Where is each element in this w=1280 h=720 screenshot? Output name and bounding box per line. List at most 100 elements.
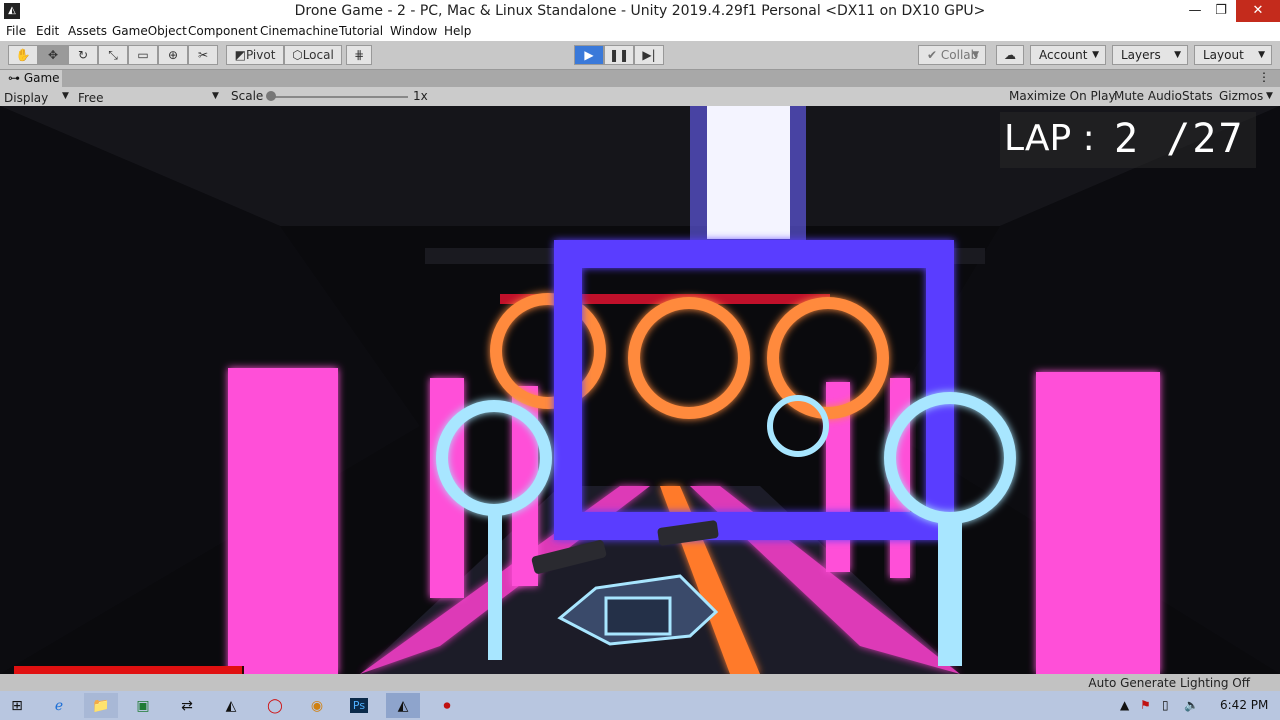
scale-slider-track[interactable] (268, 96, 408, 98)
screen-recorder-icon[interactable]: ⏺ (430, 693, 464, 718)
menu-tutorial[interactable]: Tutorial (339, 24, 383, 38)
ring-orange-left (490, 293, 606, 409)
lighting-status: Auto Generate Lighting Off (1088, 676, 1250, 690)
hand-tool-icon[interactable]: ✋ (8, 45, 38, 65)
main-toolbar: ✋ ✥ ↻ ⤡ ▭ ⊕ ✂ ◩ Pivot ⬡ Local ⋕ ▶ ❚❚ ▶| ✔ … (0, 41, 1280, 70)
ceiling-light (707, 106, 790, 239)
power-icon[interactable]: ▯ (1162, 698, 1169, 712)
pause-icon: ❚❚ (608, 48, 630, 62)
tab-row: ⊶ Game ⋮ (0, 70, 1280, 87)
clock[interactable]: 6:42 PM (1220, 698, 1268, 712)
layers-label: Layers (1121, 48, 1161, 62)
game-control-bar: Display 1 ▼ Free Aspect ▼ Scale 1x Maxim… (0, 87, 1280, 119)
chevron-down-icon: ▼ (972, 50, 979, 60)
pivot-toggles: ◩ Pivot ⬡ Local (226, 45, 342, 65)
scale-slider-handle[interactable] (266, 91, 276, 101)
chevron-down-icon: ▼ (1092, 50, 1099, 60)
chevron-down-icon: ▼ (1174, 50, 1181, 60)
scale-label: Scale (231, 89, 264, 103)
menu-window[interactable]: Window (390, 24, 437, 38)
menu-cinemachine[interactable]: Cinemachine (260, 24, 338, 38)
pivot-label: Pivot (245, 48, 276, 62)
layers-dropdown[interactable]: Layers ▼ (1112, 45, 1188, 65)
account-dropdown[interactable]: Account ▼ (1030, 45, 1106, 65)
play-icon: ▶ (584, 48, 594, 62)
network-app-icon[interactable]: ⇄ (170, 693, 204, 718)
health-bar-track (14, 666, 244, 674)
game-tab-label: Game (23, 71, 60, 85)
blender-icon[interactable]: ◉ (300, 693, 334, 718)
volume-icon[interactable]: 🔈 (1184, 698, 1199, 712)
ring-cyan-left-stand (488, 510, 502, 660)
excel-icon[interactable]: ▣ (126, 693, 160, 718)
menu-component[interactable]: Component (188, 24, 258, 38)
pillar-right-near (1036, 372, 1160, 674)
chevron-down-icon: ▼ (62, 91, 69, 101)
ring-cyan-right-stand (938, 518, 962, 666)
unity-hub-icon[interactable]: ◭ (214, 693, 248, 718)
collab-dropdown[interactable]: ✔ Collab ▼ (918, 45, 986, 65)
lap-value: 2 /27 (1114, 116, 1245, 162)
menu-assets[interactable]: Assets (68, 24, 107, 38)
local-label: Local (302, 48, 334, 62)
opera-icon[interactable]: ◯ (258, 693, 292, 718)
menu-bar: File Edit Assets GameObject Component Ci… (0, 22, 1280, 41)
health-bar-fill (14, 666, 242, 674)
title-bar: ◭ Drone Game - 2 - PC, Mac & Linux Stand… (0, 0, 1280, 22)
game-tab-icon: ⊶ (8, 71, 20, 85)
photoshop-icon[interactable]: Ps (342, 693, 376, 718)
transform-tool-icon[interactable]: ⊕ (158, 45, 188, 65)
scale-tool-icon[interactable]: ⤡ (98, 45, 128, 65)
gizmos-toggle[interactable]: Gizmos (1219, 89, 1263, 103)
rect-tool-icon[interactable]: ▭ (128, 45, 158, 65)
cloud-button[interactable]: ☁ (996, 45, 1024, 65)
transform-tools: ✋ ✥ ↻ ⤡ ▭ ⊕ ✂ (8, 45, 218, 65)
lap-label: LAP : (1004, 118, 1095, 159)
step-icon: ▶| (642, 48, 656, 62)
internet-explorer-icon[interactable]: ℯ (42, 693, 76, 718)
play-button[interactable]: ▶ (574, 45, 604, 65)
menu-file[interactable]: File (6, 24, 26, 38)
menu-gameobject[interactable]: GameObject (112, 24, 187, 38)
scale-value: 1x (413, 89, 428, 103)
layout-label: Layout (1203, 48, 1244, 62)
step-button[interactable]: ▶| (634, 45, 664, 65)
pivot-toggle[interactable]: ◩ Pivot (226, 45, 284, 65)
status-bar: Auto Generate Lighting Off (0, 674, 1280, 691)
chevron-down-icon: ▼ (212, 91, 219, 101)
unity-editor-icon[interactable]: ◭ (386, 693, 420, 718)
mute-audio-toggle[interactable]: Mute Audio (1114, 89, 1182, 103)
ring-orange-center (628, 297, 750, 419)
window-title: Drone Game - 2 - PC, Mac & Linux Standal… (294, 3, 986, 19)
menu-help[interactable]: Help (444, 24, 471, 38)
grid-snap-icon[interactable]: ⋕ (346, 45, 372, 65)
tab-menu-icon[interactable]: ⋮ (1258, 70, 1270, 84)
windows-start-icon[interactable]: ⊞ (0, 693, 34, 718)
windows-taskbar: ⊞ ℯ 📁 ▣ ⇄ ◭ ◯ ◉ Ps ◭ ⏺ ▲ ⚑ ▯ 🔈 6:42 PM (0, 691, 1280, 720)
game-view[interactable]: LAP : 2 /27 (0, 106, 1280, 674)
stats-toggle[interactable]: Stats (1182, 89, 1213, 103)
layout-dropdown[interactable]: Layout ▼ (1194, 45, 1272, 65)
pillar-left-near (228, 368, 338, 674)
local-toggle[interactable]: ⬡ Local (284, 45, 342, 65)
maximize-button[interactable]: ❐ (1206, 0, 1236, 22)
chevron-down-icon: ▼ (1258, 50, 1265, 60)
menu-edit[interactable]: Edit (36, 24, 59, 38)
lap-counter-panel: LAP : 2 /27 (1000, 112, 1256, 168)
local-icon: ⬡ (292, 48, 303, 62)
tab-game[interactable]: ⊶ Game (0, 70, 62, 87)
chevron-down-icon: ▼ (1266, 91, 1273, 101)
pause-button[interactable]: ❚❚ (604, 45, 634, 65)
custom-tool-icon[interactable]: ✂ (188, 45, 218, 65)
game-scene (0, 106, 1280, 674)
pivot-icon: ◩ (234, 48, 246, 62)
collab-check-icon: ✔ (927, 48, 938, 62)
close-button[interactable]: ✕ (1236, 0, 1280, 22)
maximize-on-play-toggle[interactable]: Maximize On Play (1009, 89, 1116, 103)
photoshop-label: Ps (349, 698, 369, 713)
flag-icon[interactable]: ⚑ (1140, 698, 1151, 712)
file-explorer-icon[interactable]: 📁 (84, 693, 118, 718)
tray-expand-icon[interactable]: ▲ (1120, 698, 1129, 712)
rotate-tool-icon[interactable]: ↻ (68, 45, 98, 65)
move-tool-icon[interactable]: ✥ (38, 45, 68, 65)
